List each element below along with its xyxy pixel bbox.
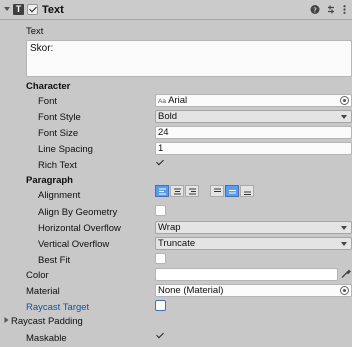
font-style-dropdown[interactable]: Bold — [155, 110, 352, 123]
paragraph-heading: Paragraph — [26, 175, 73, 186]
raycast-target-checkbox[interactable] — [155, 300, 166, 311]
object-picker-icon[interactable] — [340, 96, 349, 105]
align-by-geometry-checkbox[interactable] — [155, 205, 166, 216]
font-size-input[interactable]: 24 — [155, 126, 352, 139]
align-by-geometry-label: Align By Geometry — [38, 207, 118, 218]
font-label: Font — [38, 96, 58, 107]
text-component-icon: T — [13, 4, 24, 15]
horizontal-overflow-dropdown[interactable]: Wrap — [155, 221, 352, 234]
component-header[interactable]: T Text ? — [0, 0, 352, 20]
font-style-label: Font Style — [38, 112, 81, 123]
component-title: Text — [42, 4, 64, 16]
best-fit-label: Best Fit — [38, 255, 71, 266]
align-left-button[interactable] — [155, 185, 169, 197]
align-center-button[interactable] — [170, 185, 184, 197]
text-value: Skor: — [30, 43, 54, 54]
font-size-label: Font Size — [38, 128, 79, 139]
material-value: None (Material) — [158, 285, 224, 296]
align-top-button[interactable] — [210, 185, 224, 197]
font-value: Arial — [168, 95, 188, 106]
chevron-down-icon — [341, 226, 347, 230]
object-picker-icon[interactable] — [340, 286, 349, 295]
foldout-collapsed-icon[interactable] — [3, 316, 10, 324]
font-style-value: Bold — [158, 111, 178, 122]
maskable-checkbox[interactable] — [155, 331, 166, 342]
vertical-overflow-value: Truncate — [158, 238, 196, 249]
chevron-down-icon — [341, 115, 347, 119]
align-bottom-button[interactable] — [240, 185, 254, 197]
align-middle-button[interactable] — [225, 185, 239, 197]
rich-text-checkbox[interactable] — [155, 158, 166, 169]
chevron-down-icon — [341, 242, 347, 246]
color-swatch[interactable] — [155, 268, 338, 281]
vertical-overflow-dropdown[interactable]: Truncate — [155, 237, 352, 250]
preset-icon[interactable] — [326, 4, 336, 15]
font-field[interactable]: Aa Arial — [155, 94, 352, 107]
svg-text:?: ? — [313, 7, 317, 15]
horizontal-overflow-value: Wrap — [158, 222, 181, 233]
line-spacing-input[interactable]: 1 — [155, 142, 352, 155]
component-enabled-checkbox[interactable] — [27, 4, 38, 15]
more-options-icon[interactable] — [342, 4, 347, 15]
text-label: Text — [26, 26, 44, 37]
horizontal-overflow-label: Horizontal Overflow — [38, 223, 121, 234]
rich-text-label: Rich Text — [38, 160, 77, 171]
material-label: Material — [26, 286, 60, 297]
raycast-padding-label[interactable]: Raycast Padding — [11, 316, 83, 327]
material-field[interactable]: None (Material) — [155, 284, 352, 297]
help-icon[interactable]: ? — [310, 4, 320, 15]
color-label: Color — [26, 270, 49, 281]
maskable-label: Maskable — [26, 333, 67, 344]
font-asset-icon: Aa — [158, 98, 166, 105]
font-size-value: 24 — [158, 127, 169, 138]
character-heading: Character — [26, 81, 71, 92]
eyedropper-icon[interactable] — [341, 268, 351, 279]
line-spacing-label: Line Spacing — [38, 144, 93, 155]
raycast-target-label: Raycast Target — [26, 302, 90, 313]
foldout-arrow-icon[interactable] — [3, 5, 11, 13]
text-input[interactable]: Skor: — [26, 40, 352, 77]
line-spacing-value: 1 — [158, 143, 164, 154]
vertical-overflow-label: Vertical Overflow — [38, 239, 110, 250]
best-fit-checkbox[interactable] — [155, 253, 166, 264]
align-right-button[interactable] — [185, 185, 199, 197]
alignment-label: Alignment — [38, 190, 81, 201]
